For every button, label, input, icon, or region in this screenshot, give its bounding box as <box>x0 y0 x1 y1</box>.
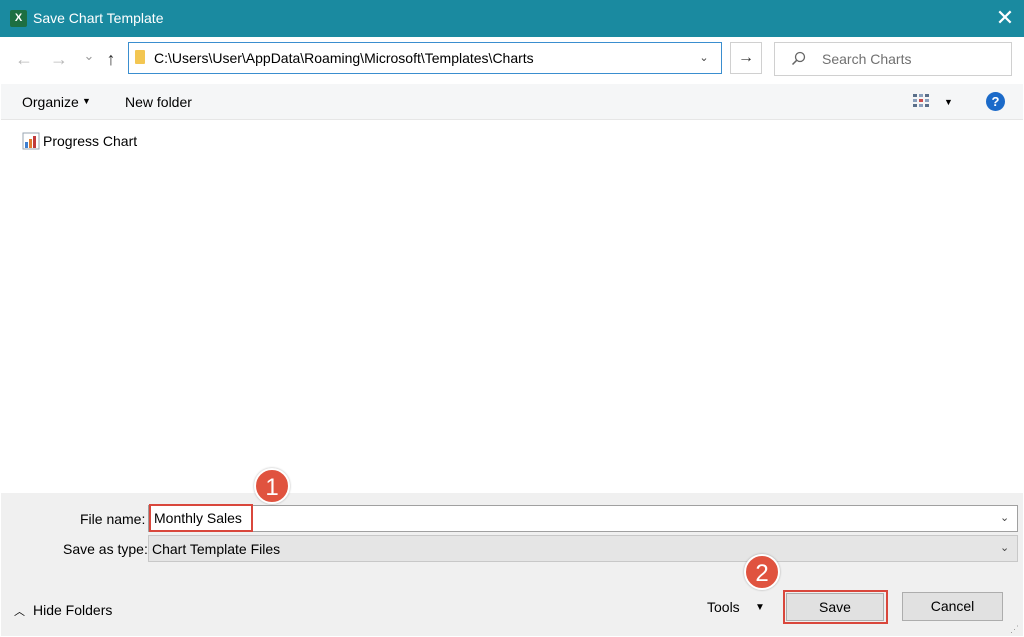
excel-app-icon: X <box>10 10 27 27</box>
file-name-highlight <box>149 504 253 532</box>
file-name-label: File name: <box>80 511 146 527</box>
caret-down-icon[interactable]: ▼ <box>944 97 953 107</box>
step-marker-2: 2 <box>744 554 780 590</box>
save-type-label: Save as type: <box>63 541 148 557</box>
address-path[interactable]: C:\Users\User\AppData\Roaming\Microsoft\… <box>154 50 534 66</box>
organize-button[interactable]: Organize <box>22 94 79 110</box>
folder-icon <box>135 50 145 64</box>
step-marker-1: 1 <box>254 468 290 504</box>
search-icon <box>790 50 808 68</box>
cancel-button[interactable]: Cancel <box>902 592 1003 621</box>
save-highlight <box>783 590 888 624</box>
chevron-down-icon[interactable]: ⌄ <box>1000 511 1009 524</box>
view-options-icon[interactable] <box>913 94 929 108</box>
chevron-down-icon[interactable]: ⌄ <box>1000 541 1009 554</box>
hide-folders-button[interactable]: Hide Folders <box>33 602 112 618</box>
forward-button[interactable]: → <box>49 49 69 69</box>
up-button[interactable]: ↑ <box>101 49 121 69</box>
save-type-value[interactable]: Chart Template Files <box>152 541 280 557</box>
file-name-field[interactable] <box>148 505 1018 532</box>
caret-down-icon: ▼ <box>82 96 91 106</box>
chevron-down-icon[interactable]: ⌄ <box>696 50 712 66</box>
window-title: Save Chart Template <box>33 10 164 26</box>
chevron-up-icon: ︿ <box>14 606 25 618</box>
search-input[interactable]: Search Charts <box>822 51 911 67</box>
help-icon[interactable]: ? <box>986 92 1005 111</box>
recent-locations-button[interactable]: ⌄ <box>79 46 99 66</box>
new-folder-button[interactable]: New folder <box>125 94 192 110</box>
list-item[interactable]: Progress Chart <box>43 133 137 149</box>
tools-button[interactable]: Tools <box>707 599 740 615</box>
resize-grip-icon[interactable]: ⋰ <box>1010 624 1019 635</box>
close-button[interactable]: ✕ <box>993 6 1017 30</box>
back-button[interactable]: ← <box>14 49 34 69</box>
caret-down-icon[interactable]: ▼ <box>755 602 765 613</box>
go-button[interactable]: → <box>730 42 762 74</box>
chart-template-icon <box>22 132 40 150</box>
file-list <box>1 121 1023 493</box>
